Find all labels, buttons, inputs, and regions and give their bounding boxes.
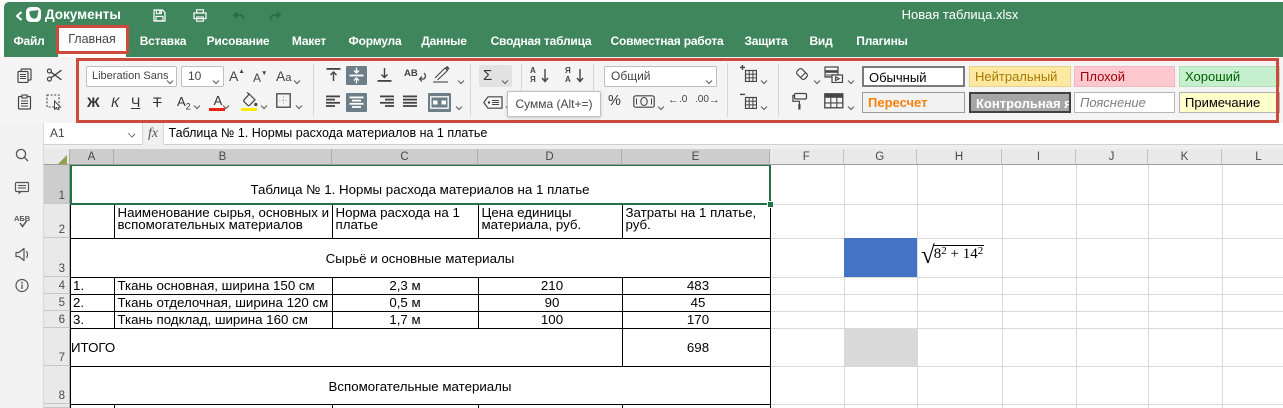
svg-text:АБВ: АБВ — [14, 214, 31, 223]
